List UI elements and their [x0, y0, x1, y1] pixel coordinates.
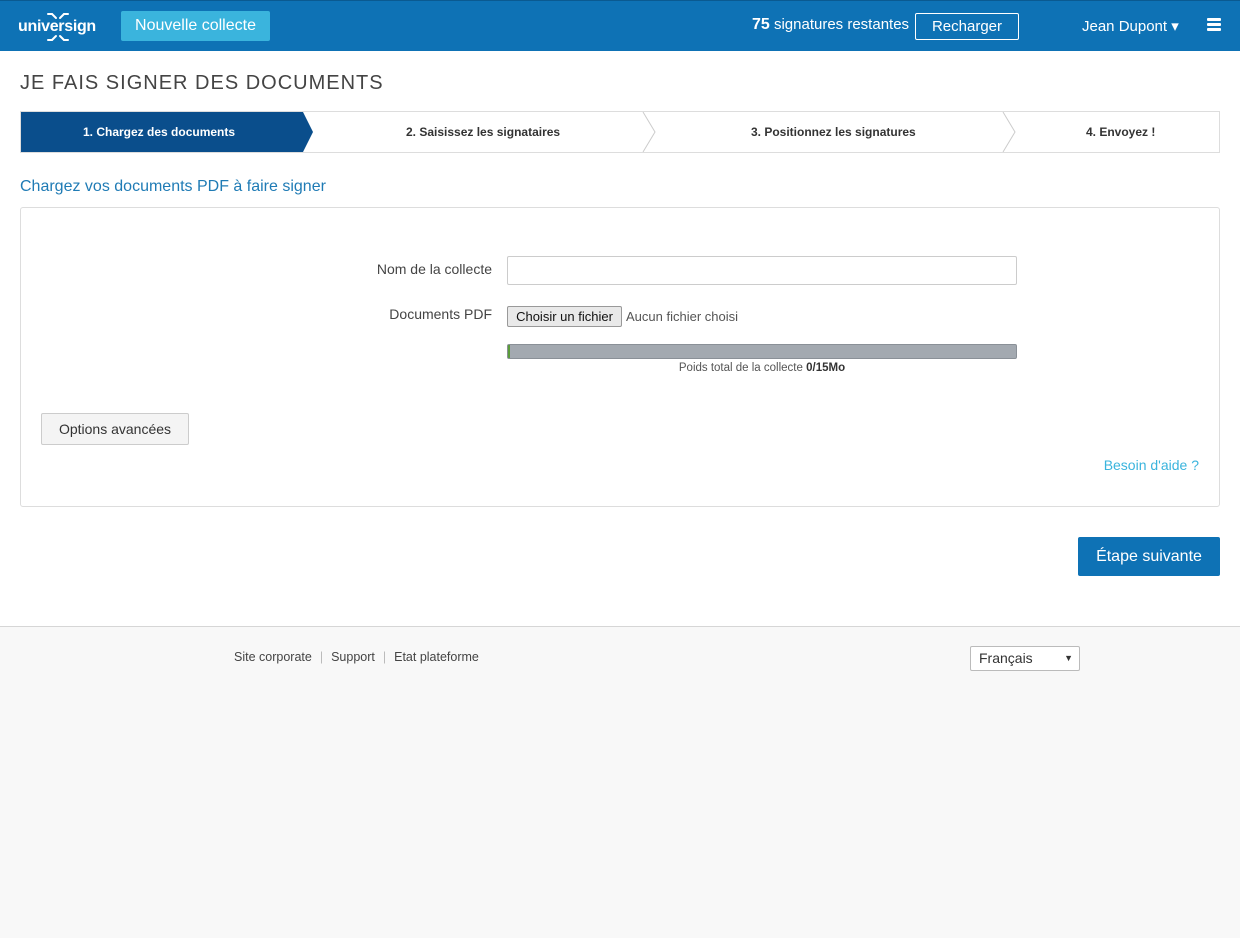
section-subtitle: Chargez vos documents PDF à faire signer — [20, 178, 326, 195]
footer-separator: | — [382, 650, 387, 664]
signatures-label: signatures restantes — [773, 16, 910, 33]
page-title: JE FAIS SIGNER DES DOCUMENTS — [20, 72, 384, 94]
footer-separator: | — [319, 650, 324, 664]
next-step-button[interactable]: Étape suivante — [1078, 537, 1220, 576]
language-value: Français — [979, 650, 1033, 666]
universign-logo[interactable]: universign — [18, 11, 96, 43]
help-link[interactable]: Besoin d'aide ? — [1104, 457, 1199, 473]
footer-link-status[interactable]: Etat plateforme — [394, 650, 479, 664]
file-status: Aucun fichier choisi — [626, 309, 738, 324]
weight-value: 0/15Mo — [806, 362, 846, 374]
upload-progress-bar — [507, 344, 1017, 359]
language-select[interactable]: Français ▼ — [970, 646, 1080, 671]
user-menu[interactable]: Jean Dupont ▾ — [1082, 17, 1179, 35]
signatures-count: 75 — [752, 16, 770, 33]
footer-link-corporate[interactable]: Site corporate — [234, 650, 312, 664]
recharge-button[interactable]: Recharger — [915, 13, 1019, 40]
upload-progress-fill — [508, 345, 510, 358]
top-navbar: universign Nouvelle collecte 75 signatur… — [0, 0, 1240, 51]
advanced-options-button[interactable]: Options avancées — [41, 413, 189, 445]
footer: Site corporate | Support | Etat plateforme F… — [0, 626, 1240, 938]
steps-wizard: 1. Chargez des documents 2. Saisissez le… — [20, 111, 1220, 153]
footer-link-support[interactable]: Support — [331, 650, 375, 664]
collection-name-label: Nom de la collecte — [376, 261, 492, 277]
upload-panel: Nom de la collecte Documents PDF Choisir… — [20, 207, 1220, 507]
weight-label: Poids total de la collecte — [678, 362, 803, 374]
collection-name-input[interactable] — [507, 256, 1017, 285]
footer-links: Site corporate | Support | Etat plateforme — [234, 650, 479, 664]
step-3[interactable]: 3. Positionnez les signatures — [751, 125, 916, 139]
choose-file-button[interactable]: Choisir un fichier — [507, 306, 622, 327]
collection-weight: Poids total de la collecte 0/15Mo — [507, 362, 1017, 374]
new-collection-button[interactable]: Nouvelle collecte — [121, 11, 270, 41]
step-1[interactable]: 1. Chargez des documents — [83, 125, 235, 139]
hamburger-icon[interactable] — [1207, 18, 1221, 31]
step-4[interactable]: 4. Envoyez ! — [1086, 125, 1155, 139]
documents-pdf-label: Documents PDF — [389, 306, 492, 322]
caret-down-icon: ▼ — [1064, 653, 1073, 663]
signatures-remaining: 75 signatures restantes — [752, 16, 909, 34]
logo-burst-icon — [47, 13, 69, 41]
step-2[interactable]: 2. Saisissez les signataires — [406, 125, 560, 139]
